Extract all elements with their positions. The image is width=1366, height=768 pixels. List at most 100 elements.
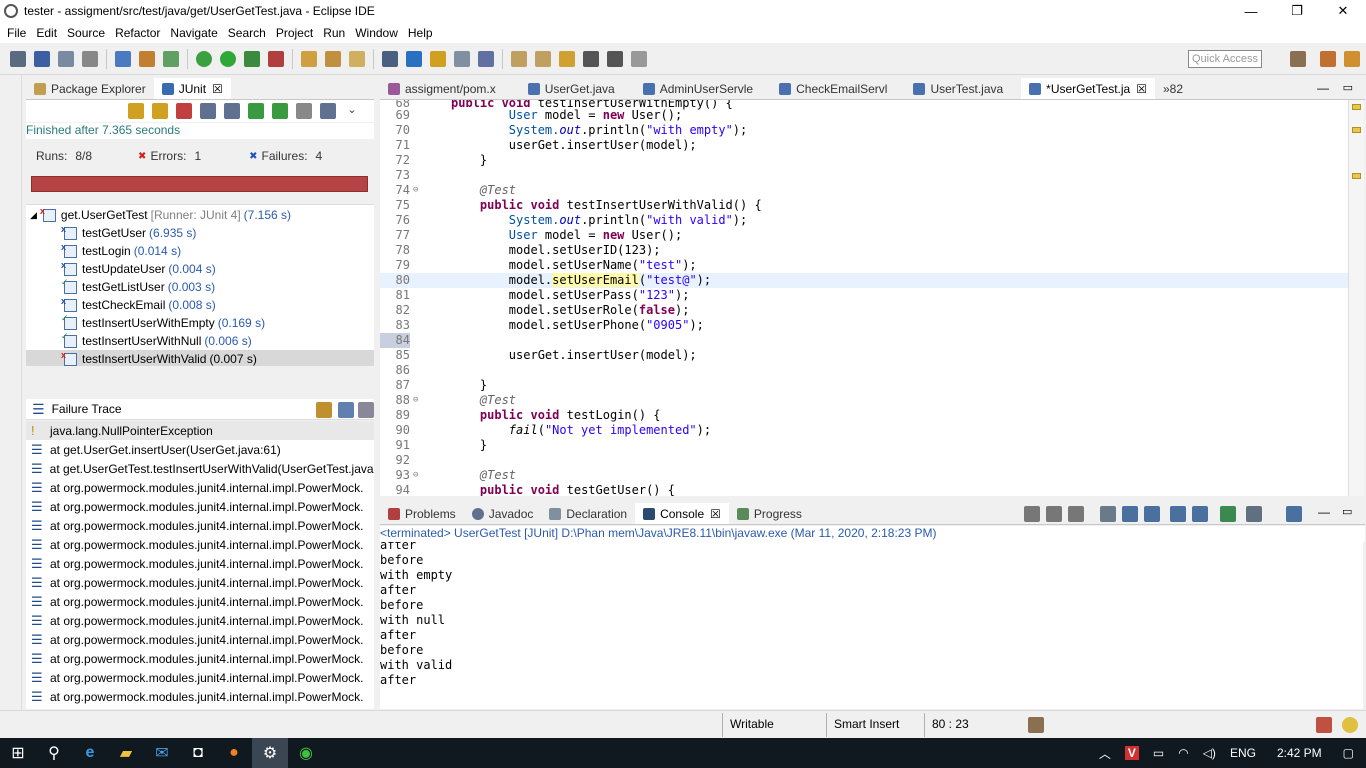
run-icon[interactable]	[220, 50, 236, 67]
trace-line[interactable]: ☰ at org.powermock.modules.junit4.interna…	[26, 611, 374, 630]
menu-source[interactable]: Source	[62, 26, 110, 40]
trace-line[interactable]: ☰ at org.powermock.modules.junit4.interna…	[26, 497, 374, 516]
history-icon[interactable]	[224, 103, 240, 119]
trace-line[interactable]: ! java.lang.NullPointerException	[26, 421, 374, 440]
search-icon[interactable]	[349, 50, 365, 67]
language-indicator[interactable]: ENG	[1230, 746, 1256, 760]
pin-console-icon[interactable]	[1220, 506, 1236, 522]
show-on-stdout-icon[interactable]	[1170, 506, 1186, 522]
close-icon[interactable]: ☒	[212, 82, 223, 96]
ruler-warning-mark[interactable]	[1352, 127, 1361, 133]
terminate-icon[interactable]	[1024, 506, 1040, 522]
filter-stack-icon[interactable]	[338, 402, 354, 418]
tab-package-explorer[interactable]: Package Explorer	[26, 78, 154, 99]
tab-progress[interactable]: Progress	[729, 503, 810, 524]
debug-perspective-icon[interactable]	[1344, 51, 1360, 67]
java-perspective-icon[interactable]	[1320, 51, 1336, 67]
battery-icon[interactable]: ▭	[1153, 746, 1164, 760]
menu-run[interactable]: Run	[318, 26, 350, 40]
trace-line[interactable]: ☰ at org.powermock.modules.junit4.interna…	[26, 592, 374, 611]
firefox-button[interactable]: ●	[216, 738, 252, 768]
ruler-warning-mark[interactable]	[1352, 104, 1361, 110]
trace-line[interactable]: ☰ at org.powermock.modules.junit4.interna…	[26, 668, 374, 687]
tab-problems[interactable]: Problems	[380, 503, 464, 524]
tab-junit[interactable]: JUnit ☒	[153, 78, 231, 99]
menu-window[interactable]: Window	[350, 26, 403, 40]
console-output[interactable]: after before with empty after before wit…	[380, 542, 1363, 709]
skip-breakpoints-icon[interactable]	[163, 50, 179, 67]
collapse-icon[interactable]: ◢	[30, 210, 37, 221]
chevron-up-icon[interactable]: ︿	[1099, 745, 1111, 762]
fold-icon[interactable]: ⊖	[413, 183, 418, 198]
tree-row-suite[interactable]: ◢ get.UserGetTest [Runner: JUnit 4] (7.1…	[30, 206, 291, 224]
overview-ruler[interactable]	[1348, 100, 1364, 496]
forward-icon[interactable]	[607, 50, 623, 67]
tab-pom[interactable]: assigment/pom.x	[380, 78, 504, 99]
save-icon[interactable]	[34, 50, 50, 67]
tree-row-test[interactable]: testLogin(0.014 s)	[61, 242, 181, 260]
external-tools-icon[interactable]	[268, 50, 284, 67]
tree-row-test[interactable]: testInsertUserWithEmpty(0.169 s)	[61, 313, 265, 332]
tip-icon[interactable]	[1342, 717, 1358, 733]
remove-all-icon[interactable]	[1068, 506, 1084, 522]
start-button[interactable]: ⊞	[0, 738, 36, 768]
tab-adminuserservlet[interactable]: AdminUserServle	[635, 78, 761, 99]
trace-line[interactable]: ☰ at org.powermock.modules.junit4.interna…	[26, 687, 374, 706]
app-button[interactable]: ◉	[288, 738, 324, 768]
show-on-stderr-icon[interactable]	[1192, 506, 1208, 522]
menu-file[interactable]: File	[2, 26, 31, 40]
minimize-view-icon[interactable]: —	[1318, 505, 1330, 519]
menu-project[interactable]: Project	[271, 26, 318, 40]
previous-failure-icon[interactable]	[152, 103, 168, 119]
rerun-failures-icon[interactable]	[272, 103, 288, 119]
annotation-icon[interactable]	[430, 50, 446, 67]
antivirus-icon[interactable]: V	[1124, 746, 1139, 760]
display-console-icon[interactable]	[1246, 506, 1262, 522]
new-icon[interactable]	[10, 50, 26, 67]
last-edit-icon[interactable]	[559, 50, 575, 67]
show-whitespace-icon[interactable]	[478, 50, 494, 67]
previous-annotation-icon[interactable]	[535, 50, 551, 67]
ruler-warning-mark[interactable]	[1352, 173, 1361, 179]
save-all-icon[interactable]	[58, 50, 74, 67]
search-button[interactable]: ⚲	[36, 738, 72, 768]
open-perspective-icon[interactable]	[1290, 51, 1306, 67]
debug-icon[interactable]	[115, 50, 131, 67]
tree-row-test[interactable]: testGetListUser(0.003 s)	[61, 277, 215, 296]
scroll-lock-icon[interactable]	[200, 103, 216, 119]
show-failures-only-icon[interactable]	[176, 103, 192, 119]
heap-status-icon[interactable]	[1028, 717, 1044, 733]
notifications-icon[interactable]	[1316, 717, 1332, 733]
trace-line[interactable]: ☰ at get.UserGet.insertUser(UserGet.java:…	[26, 440, 374, 459]
build-icon[interactable]	[139, 50, 155, 67]
next-annotation-icon[interactable]	[511, 50, 527, 67]
open-type-icon[interactable]	[325, 50, 341, 67]
tab-userget[interactable]: UserGet.java	[520, 78, 623, 99]
tab-declaration[interactable]: Declaration	[541, 503, 635, 524]
tree-row-test[interactable]: testUpdateUser(0.004 s)	[61, 260, 216, 278]
menu-refactor[interactable]: Refactor	[110, 26, 165, 40]
new-java-project-icon[interactable]	[301, 50, 317, 67]
notification-center-icon[interactable]: ▢	[1343, 746, 1354, 760]
minimize-button[interactable]: —	[1228, 0, 1274, 22]
trace-line[interactable]: ☰ at org.powermock.modules.junit4.interna…	[26, 649, 374, 668]
store-button[interactable]: ◘	[180, 738, 216, 768]
tab-javadoc[interactable]: Javadoc	[464, 503, 542, 524]
rerun-icon[interactable]	[248, 103, 264, 119]
tree-row-test[interactable]: testGetUser(6.935 s)	[61, 224, 196, 242]
close-icon[interactable]: ☒	[1136, 82, 1147, 96]
mail-button[interactable]: ✉	[144, 738, 180, 768]
close-icon[interactable]: ☒	[710, 507, 721, 521]
maximize-view-icon[interactable]: ▭	[1342, 505, 1352, 518]
trace-line[interactable]: ☰ at org.powermock.modules.junit4.interna…	[26, 630, 374, 649]
menu-search[interactable]: Search	[223, 26, 271, 40]
menu-navigate[interactable]: Navigate	[165, 26, 222, 40]
back-icon[interactable]	[583, 50, 599, 67]
tree-row-test[interactable]: testCheckEmail(0.008 s)	[61, 296, 216, 314]
edge-button[interactable]: e	[72, 738, 108, 768]
copy-trace-icon[interactable]	[358, 402, 374, 418]
compare-result-icon[interactable]	[316, 402, 332, 418]
maximize-editor-icon[interactable]: ▭	[1343, 81, 1353, 94]
next-failure-icon[interactable]	[128, 103, 144, 119]
open-console-icon[interactable]	[1286, 506, 1302, 522]
